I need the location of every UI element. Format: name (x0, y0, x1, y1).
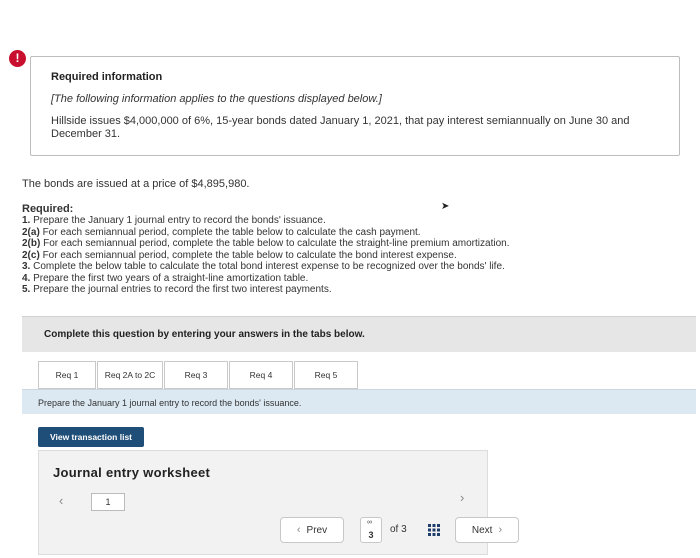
next-label: Next (471, 524, 493, 536)
grid-icon[interactable] (428, 524, 440, 536)
tab-req-4[interactable]: Req 4 (229, 361, 293, 389)
prev-button[interactable]: ‹ Prev (280, 517, 344, 543)
link-icon: ∞ (367, 519, 372, 526)
view-transaction-list-button[interactable]: View transaction list (38, 427, 144, 447)
required-heading: Required: (22, 203, 74, 215)
required-item: 2(a) For each semiannual period, complet… (22, 226, 421, 238)
question-navigation: ‹ Prev ∞ 3 of 3 Next › (280, 517, 580, 545)
tab-req-5[interactable]: Req 5 (294, 361, 358, 389)
required-item: 2(c) For each semiannual period, complet… (22, 249, 457, 261)
chevron-left-icon: ‹ (296, 524, 301, 536)
required-item: 2(b) For each semiannual period, complet… (22, 238, 510, 249)
worksheet-prev-chevron-icon[interactable]: ‹ (59, 493, 63, 508)
issue-price-text: The bonds are issued at a price of $4,89… (22, 178, 250, 190)
page-count-label: of 3 (390, 524, 407, 535)
tab-req-3[interactable]: Req 3 (164, 361, 228, 389)
requirement-tabs: Req 1 Req 2A to 2C Req 3 Req 4 Req 5 (38, 361, 359, 389)
instructions-text: Complete this question by entering your … (44, 329, 365, 340)
required-list: 1. Prepare the January 1 journal entry t… (22, 215, 509, 296)
chevron-right-icon: › (498, 524, 503, 536)
info-title: Required information (51, 71, 163, 83)
tab-req-2a-to-2c[interactable]: Req 2A to 2C (97, 361, 163, 389)
required-item: 3. Complete the below table to calculate… (22, 261, 505, 272)
mouse-cursor-icon: ➤ (441, 201, 450, 212)
worksheet-page-number[interactable]: 1 (91, 493, 125, 511)
tab-req-1[interactable]: Req 1 (38, 361, 96, 389)
alert-icon: ! (9, 50, 26, 67)
worksheet-title: Journal entry worksheet (53, 465, 211, 480)
tab-prompt: Prepare the January 1 journal entry to r… (38, 398, 302, 408)
worksheet-next-chevron-icon[interactable]: › (460, 490, 464, 505)
required-item: 1. Prepare the January 1 journal entry t… (22, 215, 326, 226)
prev-label: Prev (306, 524, 328, 536)
required-item: 5. Prepare the journal entries to record… (22, 284, 332, 295)
next-button[interactable]: Next › (455, 517, 519, 543)
required-information-box: Required information [The following info… (30, 56, 680, 156)
info-note: [The following information applies to th… (51, 93, 382, 105)
required-item: 4. Prepare the first two years of a stra… (22, 272, 309, 284)
tab-prompt-bar: Prepare the January 1 journal entry to r… (22, 389, 696, 414)
info-body: Hillside issues $4,000,000 of 6%, 15-yea… (51, 115, 630, 140)
current-page-box[interactable]: ∞ 3 (360, 517, 382, 543)
current-page-number: 3 (368, 530, 374, 540)
instructions-bar: Complete this question by entering your … (22, 316, 696, 352)
